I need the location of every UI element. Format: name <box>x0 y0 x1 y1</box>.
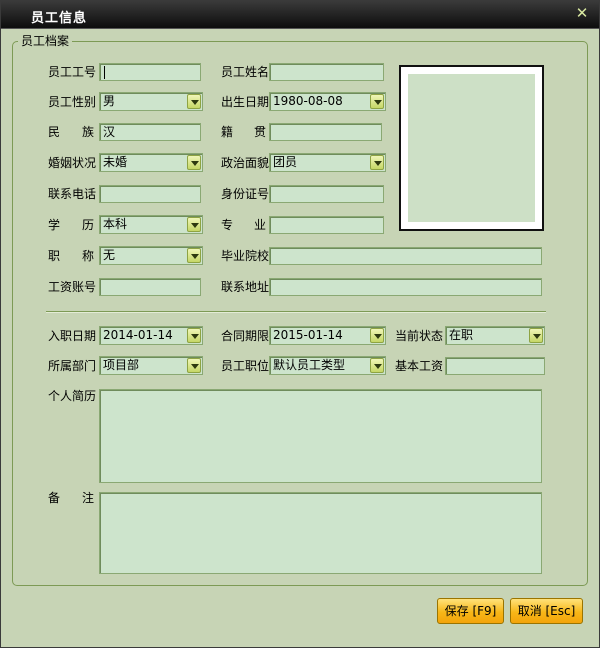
education-label-b: 历 <box>82 218 95 232</box>
chevron-down-icon[interactable] <box>187 155 201 170</box>
close-icon[interactable]: ✕ <box>573 4 591 22</box>
department-select[interactable]: 项目部 <box>99 356 203 375</box>
id-number-label: 身份证号 <box>221 187 270 201</box>
department-label: 所属部门 <box>48 359 97 373</box>
address-input[interactable] <box>269 278 542 296</box>
ethnicity-input[interactable]: 汉 <box>99 123 201 141</box>
photo-placeholder <box>408 74 535 222</box>
chevron-down-icon[interactable] <box>370 94 384 109</box>
chevron-down-icon[interactable] <box>187 217 201 232</box>
contract-end-label: 合同期限 <box>221 329 270 343</box>
chevron-down-icon[interactable] <box>370 328 384 343</box>
title-bar[interactable]: 员工信息 ✕ <box>1 1 599 29</box>
ethnicity-label-a: 民 <box>48 125 61 139</box>
remarks-label-b: 注 <box>82 491 95 505</box>
save-button[interactable]: 保存 [F9] <box>437 598 504 624</box>
remarks-textarea[interactable] <box>99 492 542 574</box>
title-label-b: 称 <box>82 249 95 263</box>
text-caret <box>104 66 105 79</box>
major-label-b: 业 <box>254 218 267 232</box>
gender-label: 员工性别 <box>48 95 97 109</box>
position-label: 员工职位 <box>221 359 270 373</box>
salary-account-label: 工资账号 <box>48 280 97 294</box>
political-status-select[interactable]: 团员 <box>269 153 386 172</box>
employee-info-window: 员工信息 ✕ 员工档案 员工工号 员工姓名 员工性别 男 出生日期 1980-0… <box>0 0 600 648</box>
title-select[interactable]: 无 <box>99 246 203 265</box>
current-status-label: 当前状态 <box>395 329 444 343</box>
hire-date-picker[interactable]: 2014-01-14 <box>99 326 203 345</box>
employee-id-input[interactable] <box>99 63 201 81</box>
native-place-label-a: 籍 <box>221 125 234 139</box>
employee-id-label: 员工工号 <box>48 65 97 79</box>
chevron-down-icon[interactable] <box>370 358 384 373</box>
major-label-a: 专 <box>221 218 234 232</box>
employee-name-label: 员工姓名 <box>221 65 270 79</box>
chevron-down-icon[interactable] <box>529 328 543 343</box>
phone-label: 联系电话 <box>48 187 97 201</box>
current-status-select[interactable]: 在职 <box>445 326 545 345</box>
id-number-input[interactable] <box>269 185 384 203</box>
native-place-input[interactable] <box>269 123 382 141</box>
salary-account-input[interactable] <box>99 278 201 296</box>
chevron-down-icon[interactable] <box>187 94 201 109</box>
chevron-down-icon[interactable] <box>187 328 201 343</box>
hire-date-label: 入职日期 <box>48 329 97 343</box>
contract-end-picker[interactable]: 2015-01-14 <box>269 326 386 345</box>
school-input[interactable] <box>269 247 542 265</box>
chevron-down-icon[interactable] <box>187 248 201 263</box>
position-select[interactable]: 默认员工类型 <box>269 356 386 375</box>
cancel-button[interactable]: 取消 [Esc] <box>510 598 583 624</box>
base-salary-input[interactable] <box>445 357 545 375</box>
political-status-label: 政治面貌 <box>221 156 270 170</box>
gender-select[interactable]: 男 <box>99 92 203 111</box>
chevron-down-icon[interactable] <box>370 155 384 170</box>
major-input[interactable] <box>269 216 384 234</box>
native-place-label-b: 贯 <box>254 125 267 139</box>
group-legend: 员工档案 <box>18 32 73 49</box>
birth-date-picker[interactable]: 1980-08-08 <box>269 92 386 111</box>
employee-name-input[interactable] <box>269 63 384 81</box>
remarks-label-a: 备 <box>48 491 61 505</box>
title-label-a: 职 <box>48 249 61 263</box>
phone-input[interactable] <box>99 185 201 203</box>
base-salary-label: 基本工资 <box>395 359 444 373</box>
birth-date-label: 出生日期 <box>221 95 270 109</box>
window-title: 员工信息 <box>31 11 88 26</box>
ethnicity-label-b: 族 <box>82 125 95 139</box>
section-divider <box>46 311 546 313</box>
education-label-a: 学 <box>48 218 61 232</box>
address-label: 联系地址 <box>221 280 270 294</box>
education-select[interactable]: 本科 <box>99 215 203 234</box>
chevron-down-icon[interactable] <box>187 358 201 373</box>
marital-status-label: 婚姻状况 <box>48 156 97 170</box>
resume-textarea[interactable] <box>99 389 542 483</box>
marital-status-select[interactable]: 未婚 <box>99 153 203 172</box>
resume-label: 个人简历 <box>48 389 97 403</box>
employee-photo[interactable] <box>399 65 544 231</box>
school-label: 毕业院校 <box>221 249 270 263</box>
